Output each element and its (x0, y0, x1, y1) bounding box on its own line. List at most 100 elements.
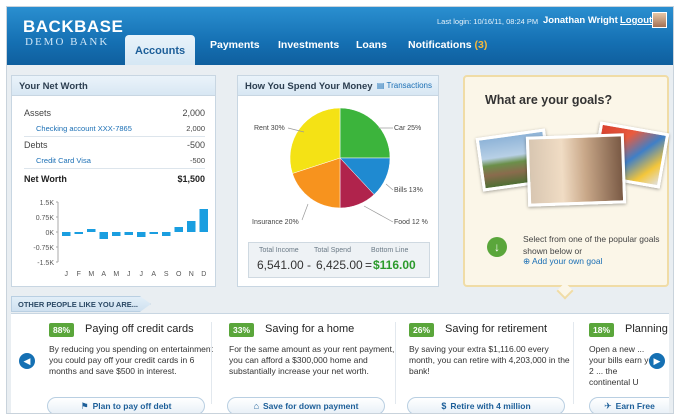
plane-icon: ✈ (604, 401, 612, 411)
percent-badge: 33% (229, 323, 255, 337)
goals-callout-tail (556, 282, 574, 300)
goals-description: Select from one of the popular goals sho… (523, 234, 660, 256)
plus-icon: ⊕ (523, 256, 531, 266)
equals-sign: = (365, 258, 373, 272)
net-worth-total-label: Net Worth (24, 174, 67, 184)
pie-label: Bills 13% (394, 187, 423, 194)
divider (24, 136, 205, 137)
plan-pay-off-debt-button[interactable]: ⚑ Plan to pay off debt (47, 397, 205, 413)
card-divider (211, 322, 212, 404)
card-text: By saving your extra $1,116.00 every mon… (409, 344, 570, 376)
bottom-line-label: Bottom Line (371, 247, 409, 254)
goals-title: What are your goals? (485, 93, 613, 107)
user-name: Jonathan Wright (543, 15, 618, 26)
x-tick-label: A (151, 271, 156, 278)
divider (24, 168, 205, 169)
x-tick-label: J (140, 271, 144, 278)
tab-loans[interactable]: Loans (356, 39, 387, 57)
net-worth-bar (112, 232, 121, 236)
tab-accounts[interactable]: Accounts (125, 35, 196, 65)
save-down-payment-button[interactable]: ⌂ Save for down payment (227, 397, 385, 413)
net-worth-panel: Your Net Worth Assets 2,000 Checking acc… (11, 75, 216, 287)
button-label: Earn Free (615, 401, 655, 411)
arrow-down-icon: ↓ (487, 237, 507, 257)
net-worth-bar (149, 232, 158, 234)
credit-card-value: -500 (189, 156, 205, 165)
flag-icon: ⚑ (80, 401, 89, 411)
x-tick-label: D (201, 271, 206, 278)
net-worth-bar (62, 232, 71, 236)
avatar[interactable] (652, 12, 667, 28)
pie-label: Food 12 % (394, 219, 428, 226)
x-tick-label: O (176, 271, 182, 278)
x-tick-label: J (65, 271, 69, 278)
add-goal-link[interactable]: ⊕ Add your own goal (523, 256, 602, 267)
credit-card-link[interactable]: Credit Card Visa (36, 156, 91, 165)
bottom-line-value: $116.00 (373, 258, 416, 272)
total-spend-label: Total Spend (314, 247, 351, 254)
goals-panel: What are your goals? ↓ Select from one o… (463, 75, 670, 300)
tab-payments[interactable]: Payments (210, 39, 260, 57)
pie-slice (339, 107, 391, 159)
percent-badge: 26% (409, 323, 435, 337)
assets-label: Assets (24, 108, 52, 118)
button-label: Retire with 4 million (450, 401, 531, 411)
totals-box: Total Income Total Spend Bottom Line 6,5… (248, 242, 430, 278)
card-text: By reducing you spending on entertainmen… (49, 344, 213, 376)
house-icon: ⌂ (253, 401, 259, 411)
button-label: Plan to pay off debt (92, 401, 172, 411)
card-text: Open a new ... your bills earn you 2 ...… (589, 344, 658, 387)
x-tick-label: J (127, 271, 131, 278)
card-divider (395, 322, 396, 404)
logo-title: BACKBASE (23, 17, 124, 36)
y-tick-label: 0.75K (36, 215, 55, 222)
earn-free-button[interactable]: ✈ Earn Free (589, 397, 669, 413)
y-tick-label: -1.5K (37, 260, 54, 267)
add-goal-label: Add your own goal (532, 256, 603, 266)
net-worth-bar (137, 232, 146, 237)
card-text: For the same amount as your rent payment… (229, 344, 395, 376)
x-tick-label: N (189, 271, 194, 278)
net-worth-chart: 1.5K0.75K0K-0.75K-1.5KJ F M A M J J A S O N D (33, 200, 208, 278)
y-tick-label: 1.5K (40, 200, 55, 207)
percent-badge: 18% (589, 323, 615, 337)
tab-notifications-label: Notifications (408, 39, 472, 51)
pie-leader-line (363, 205, 394, 223)
total-spend-value: 6,425.00 (316, 258, 363, 272)
couple-photo (525, 133, 627, 207)
spending-panel: How You Spend Your Money ▤ Transactions … (237, 75, 439, 287)
retire-button[interactable]: $ Retire with 4 million (407, 397, 565, 413)
card-title: Planning (625, 323, 668, 335)
header-bar: BACKBASE DEMO BANK Last login: 10/16/11,… (7, 7, 673, 65)
coin-icon: $ (441, 401, 447, 411)
tab-notifications[interactable]: Notifications (3) (408, 39, 487, 57)
transactions-icon: ▤ (376, 81, 385, 90)
pie-leader-line (385, 183, 394, 191)
y-tick-label: 0K (45, 230, 54, 237)
net-worth-title: Your Net Worth (12, 76, 215, 96)
net-worth-bar (174, 227, 183, 232)
net-worth-bar (187, 221, 196, 232)
y-tick-label: -0.75K (33, 245, 54, 252)
debts-label: Debts (24, 140, 48, 150)
x-tick-label: M (113, 271, 119, 278)
button-label: Save for down payment (263, 401, 359, 411)
last-login-text: Last login: 10/16/11, 08:24 PM (437, 17, 539, 26)
transactions-label: Transactions (386, 81, 433, 90)
transactions-link[interactable]: ▤ Transactions (377, 81, 432, 90)
card-divider (573, 322, 574, 404)
app-window: BACKBASE DEMO BANK Last login: 10/16/11,… (6, 6, 674, 414)
tab-investments[interactable]: Investments (278, 39, 339, 57)
spending-pie-chart: Rent 30% Car 25% Bills 13% Food 12 % Insuran… (252, 107, 428, 226)
carousel-prev-button[interactable]: ◀ (19, 353, 35, 369)
logout-link[interactable]: Logout (620, 15, 652, 26)
card-title: Paying off credit cards (85, 323, 194, 335)
net-worth-bar (74, 232, 83, 234)
pie-leader-line (301, 203, 309, 221)
logo-subtitle: DEMO BANK (25, 36, 110, 48)
carousel-next-button[interactable]: ▶ (649, 353, 665, 369)
checking-account-value: 2,000 (186, 124, 205, 133)
x-tick-label: M (88, 271, 94, 278)
checking-account-link[interactable]: Checking account XXX-7865 (36, 124, 132, 133)
debts-value: -500 (186, 140, 205, 150)
